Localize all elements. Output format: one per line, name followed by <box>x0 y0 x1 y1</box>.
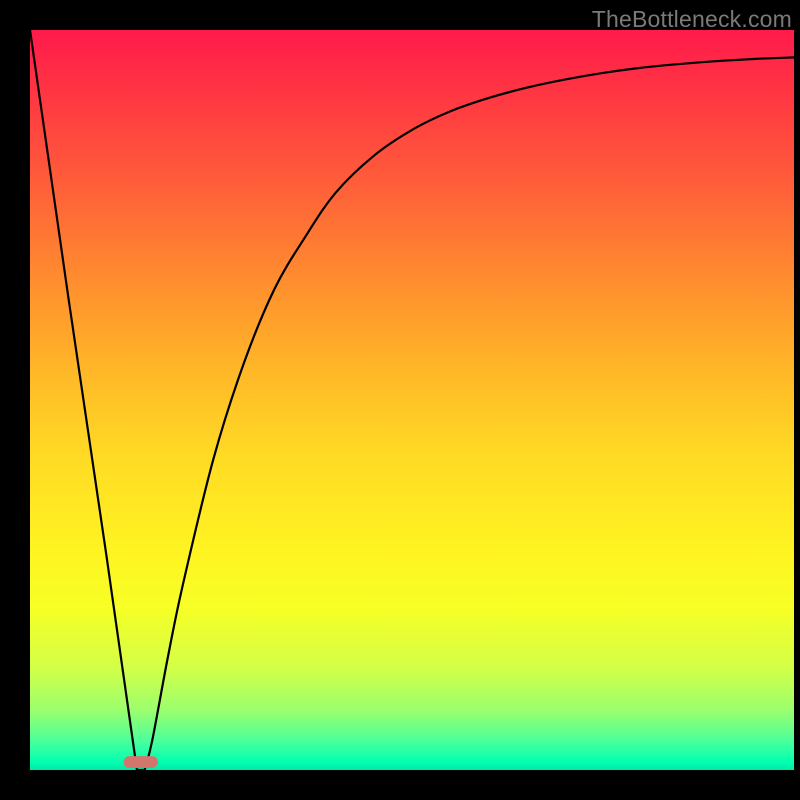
chart-frame: TheBottleneck.com <box>0 0 800 800</box>
optimal-marker <box>124 756 158 768</box>
chart-svg <box>30 30 794 770</box>
plot-area <box>30 30 794 770</box>
bottleneck-curve <box>30 30 794 770</box>
watermark-label: TheBottleneck.com <box>592 6 792 33</box>
